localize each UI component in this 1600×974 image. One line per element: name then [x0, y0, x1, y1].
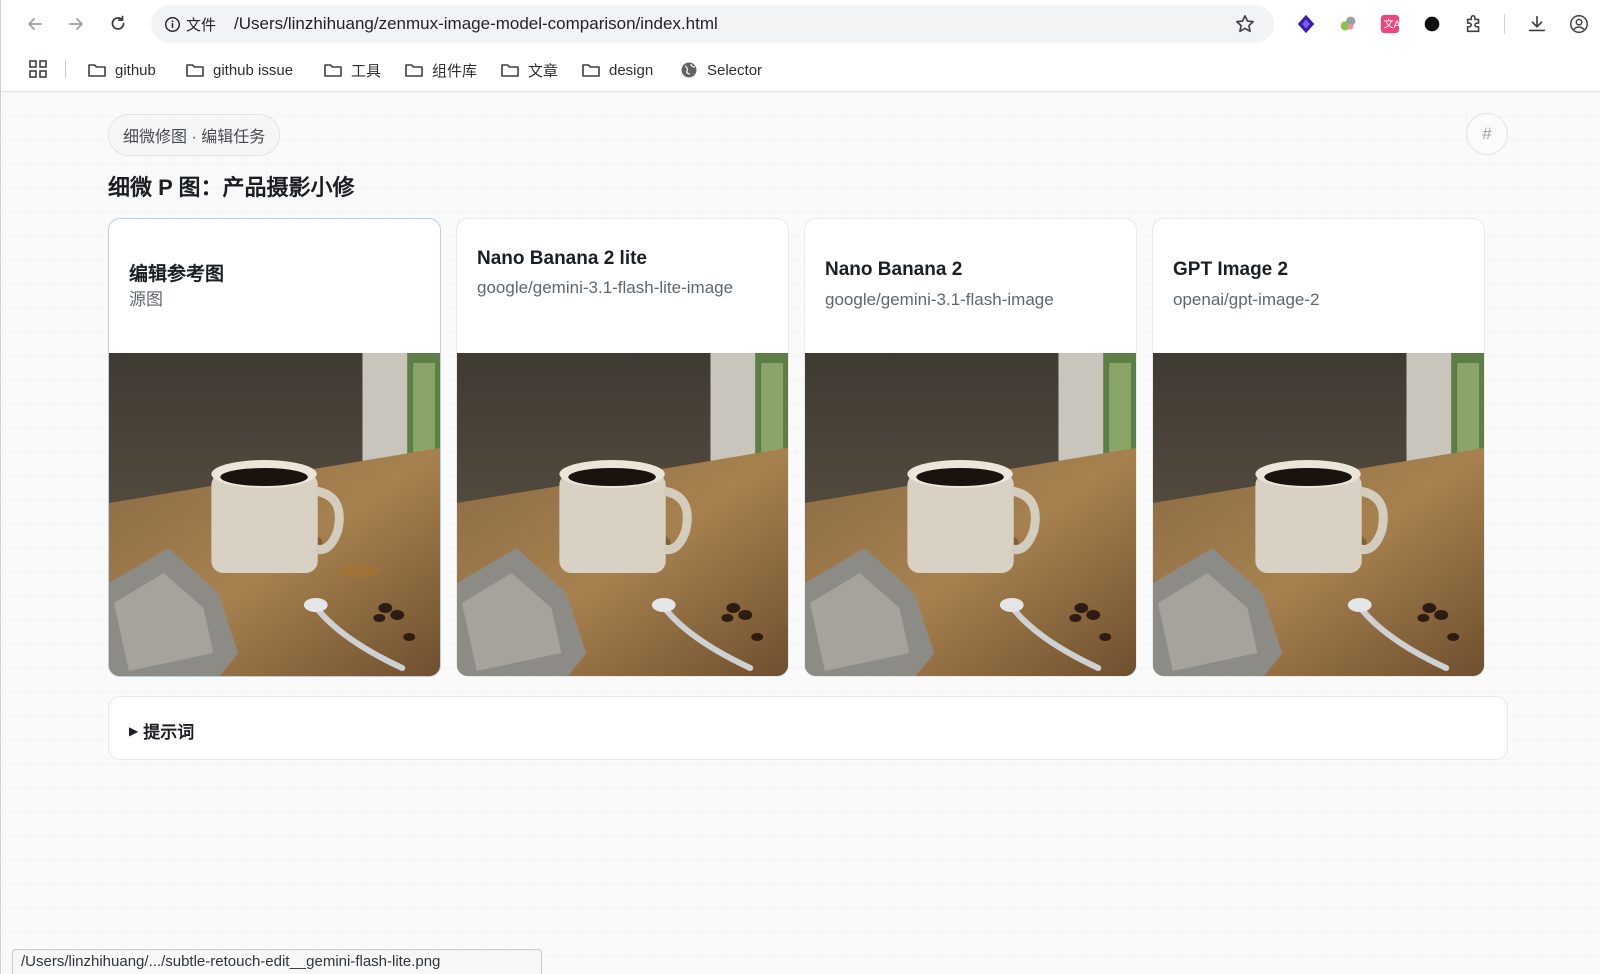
- card-header: GPT Image 2 openai/gpt-image-2: [1153, 219, 1484, 353]
- arrow-right-icon: [69, 18, 83, 30]
- bookmark-label: design: [609, 61, 654, 79]
- bookmark-label: github: [115, 61, 156, 79]
- bookmark-label: 工具: [351, 62, 382, 80]
- bookmark-articles[interactable]: 文章: [500, 57, 558, 83]
- disclosure-triangle-icon: ▶: [129, 723, 139, 738]
- bookmarks-separator: [65, 60, 66, 78]
- extension-translate-icon[interactable]: 文A: [1378, 12, 1402, 36]
- arrow-left-icon: [28, 18, 42, 30]
- coffee-mug-photo[interactable]: [1153, 353, 1484, 677]
- bookmark-github[interactable]: github: [87, 57, 156, 83]
- browser-window: 文件 /Users/linzhihuang/zenmux-image-model…: [0, 0, 1600, 974]
- card-subtitle: google/gemini-3.1-flash-image: [825, 290, 1054, 309]
- card-subtitle: openai/gpt-image-2: [1173, 290, 1320, 309]
- card-title: Nano Banana 2 lite: [477, 248, 647, 269]
- card-gpt-image-2[interactable]: GPT Image 2 openai/gpt-image-2: [1152, 218, 1485, 677]
- bookmark-components[interactable]: 组件库: [404, 57, 477, 83]
- forward-button[interactable]: [62, 10, 90, 38]
- address-bar[interactable]: 文件 /Users/linzhihuang/zenmux-image-model…: [151, 5, 1274, 43]
- status-bar-url: /Users/linzhihuang/.../subtle-retouch-ed…: [12, 949, 542, 974]
- browser-toolbar: 文件 /Users/linzhihuang/zenmux-image-model…: [1, 0, 1600, 48]
- bookmark-star-icon[interactable]: [1234, 13, 1256, 35]
- card-title: 编辑参考图: [129, 264, 225, 285]
- toolbar-separator: [1504, 14, 1505, 34]
- site-info-chip[interactable]: 文件: [160, 12, 220, 36]
- extension-bug-icon[interactable]: [1336, 12, 1360, 36]
- info-icon: [164, 16, 181, 32]
- prompt-toggle[interactable]: ▶ 提示词: [129, 718, 194, 743]
- coffee-mug-photo[interactable]: [457, 353, 788, 677]
- svg-text:文A: 文A: [1384, 18, 1401, 31]
- card-subtitle: 源图: [129, 290, 163, 309]
- bookmark-design[interactable]: design: [581, 57, 653, 83]
- card-header: Nano Banana 2 google/gemini-3.1-flash-im…: [805, 219, 1136, 353]
- bookmark-label: github issue: [213, 61, 294, 79]
- bookmark-tools[interactable]: 工具: [323, 57, 381, 83]
- card-header: 编辑参考图 源图: [109, 219, 440, 353]
- card-nano-banana-2[interactable]: Nano Banana 2 google/gemini-3.1-flash-im…: [804, 218, 1137, 677]
- site-info-label: 文件: [186, 16, 217, 34]
- profile-avatar-icon[interactable]: [1567, 12, 1591, 36]
- prompt-toggle-label: 提示词: [143, 723, 195, 742]
- coffee-mug-photo[interactable]: [109, 353, 440, 677]
- url-text[interactable]: /Users/linzhihuang/zenmux-image-model-co…: [234, 14, 718, 34]
- extensions-puzzle-icon[interactable]: [1462, 12, 1486, 36]
- extension-diamond-icon[interactable]: [1294, 12, 1318, 36]
- folder-icon: [501, 64, 519, 77]
- folder-icon: [88, 64, 106, 77]
- page-content: 细微修图 · 编辑任务 # 细微 P 图：产品摄影小修 编辑参考图 源图 Nan…: [2, 92, 1600, 974]
- card-subtitle: google/gemini-3.1-flash-lite-image: [477, 278, 734, 297]
- bookmarks-bar: github github issue 工具 组件库 文章 design Sel…: [1, 48, 1600, 92]
- reload-icon: [111, 15, 125, 30]
- comparison-cards: 编辑参考图 源图 Nano Banana 2 lite google/gemin…: [108, 218, 1508, 678]
- task-chip: 细微修图 · 编辑任务: [108, 114, 281, 156]
- extension-dot-icon[interactable]: [1420, 12, 1444, 36]
- globe-icon: [681, 62, 697, 78]
- bookmark-label: 组件库: [432, 62, 478, 80]
- page-title: 细微 P 图：产品摄影小修: [108, 175, 355, 200]
- card-title: Nano Banana 2: [825, 259, 963, 280]
- card-title: GPT Image 2: [1173, 259, 1289, 280]
- folder-icon: [582, 64, 600, 77]
- card-header: Nano Banana 2 lite google/gemini-3.1-fla…: [457, 219, 788, 353]
- folder-icon: [324, 64, 342, 77]
- prompt-details[interactable]: ▶ 提示词: [108, 696, 1508, 760]
- apps-grid-icon[interactable]: [27, 58, 49, 80]
- anchor-link-button[interactable]: #: [1466, 113, 1508, 155]
- coffee-mug-photo[interactable]: [805, 353, 1136, 677]
- card-reference[interactable]: 编辑参考图 源图: [108, 218, 441, 677]
- reload-button[interactable]: [104, 10, 132, 38]
- card-nano-banana-2-lite[interactable]: Nano Banana 2 lite google/gemini-3.1-fla…: [456, 218, 789, 677]
- download-icon[interactable]: [1525, 12, 1549, 36]
- bookmark-label: 文章: [528, 62, 559, 80]
- folder-icon: [186, 64, 204, 77]
- bookmark-label: Selector: [707, 61, 763, 79]
- bookmark-github-issue[interactable]: github issue: [185, 57, 293, 83]
- back-button[interactable]: [21, 10, 49, 38]
- bookmark-selector[interactable]: Selector: [679, 57, 762, 83]
- folder-icon: [405, 64, 423, 77]
